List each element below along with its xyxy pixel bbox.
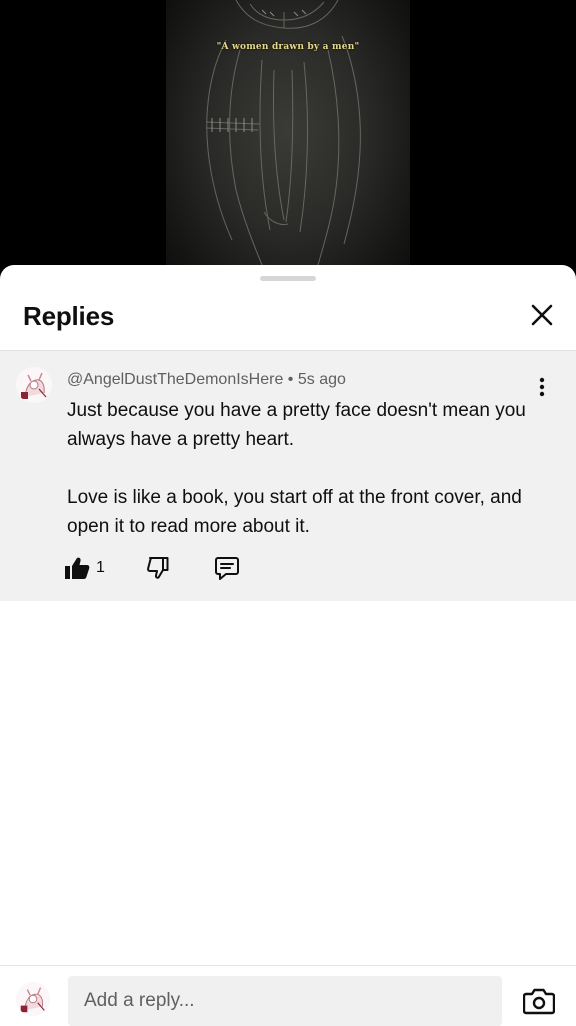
comment-paragraph: Just because you have a pretty face does… bbox=[67, 400, 526, 450]
comment-paragraph: Love is like a book, you start off at th… bbox=[67, 487, 522, 537]
reply-input[interactable] bbox=[68, 976, 502, 1026]
close-icon bbox=[531, 304, 553, 326]
drag-handle[interactable] bbox=[260, 276, 316, 281]
avatar[interactable] bbox=[16, 367, 52, 403]
video-player[interactable]: "A women drawn by a men" bbox=[0, 0, 576, 290]
sheet-title: Replies bbox=[23, 301, 115, 331]
replies-sheet: Replies @AngelDustTheDemonIsHere • 5s ag… bbox=[0, 265, 576, 1025]
thumbs-up-icon bbox=[65, 557, 90, 579]
comment-meta: @AngelDustTheDemonIsHere • 5s ago bbox=[67, 371, 346, 389]
camera-button[interactable] bbox=[520, 984, 558, 1018]
reply-bar bbox=[0, 965, 576, 1026]
thumbs-down-icon bbox=[147, 557, 169, 579]
avatar-image bbox=[16, 982, 50, 1016]
camera-icon bbox=[523, 988, 555, 1015]
video-frame: "A women drawn by a men" bbox=[166, 0, 410, 290]
more-vertical-icon bbox=[539, 377, 545, 397]
user-avatar[interactable] bbox=[16, 982, 50, 1016]
reply-button[interactable] bbox=[214, 553, 240, 583]
comment-menu-button[interactable] bbox=[528, 373, 556, 401]
dislike-button[interactable] bbox=[146, 553, 170, 583]
like-button[interactable]: 1 bbox=[64, 553, 105, 583]
reply-comment-icon bbox=[215, 557, 239, 580]
video-caption: "A women drawn by a men" bbox=[216, 42, 360, 52]
comment-item: @AngelDustTheDemonIsHere • 5s ago Just b… bbox=[0, 351, 576, 601]
close-button[interactable] bbox=[524, 297, 560, 333]
meta-separator: • bbox=[287, 371, 294, 388]
sheet-header: Replies bbox=[0, 285, 576, 351]
comment-author[interactable]: @AngelDustTheDemonIsHere bbox=[67, 371, 283, 388]
comment-text: Just because you have a pretty face does… bbox=[67, 396, 527, 541]
avatar-image bbox=[16, 367, 52, 403]
comment-time: 5s ago bbox=[297, 371, 346, 388]
like-count: 1 bbox=[96, 559, 105, 576]
